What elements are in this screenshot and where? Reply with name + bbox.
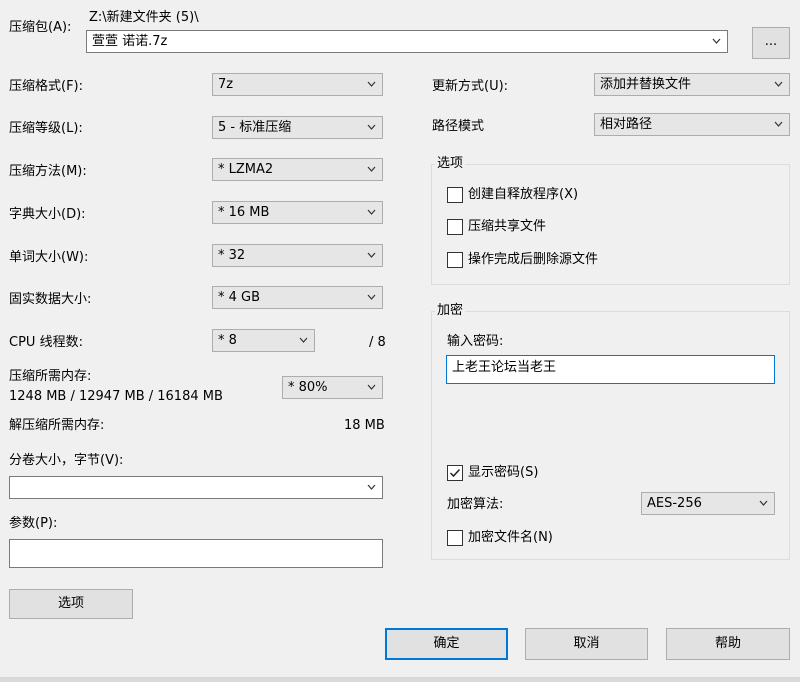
dict-label: 字典大小(D):: [9, 207, 86, 222]
mem-compress-select[interactable]: * 80%: [282, 376, 383, 399]
method-label: 压缩方法(M):: [9, 164, 87, 179]
threads-max: / 8: [369, 335, 386, 350]
mem-compress-value: * 80%: [288, 380, 328, 395]
update-select[interactable]: 添加并替换文件: [594, 73, 790, 96]
encryption-method-label: 加密算法:: [447, 497, 504, 512]
encrypt-names-label: 加密文件名(N): [468, 530, 553, 545]
threads-value: * 8: [218, 333, 237, 348]
shared-files-checkbox[interactable]: [447, 219, 463, 235]
chevron-down-icon: [367, 484, 376, 490]
mem-decompress-label: 解压缩所需内存:: [9, 418, 105, 433]
archive-path: Z:\新建文件夹 (5)\: [89, 10, 199, 25]
archive-filename-value: 萱萱 诺诺.7z: [92, 34, 168, 49]
chevron-down-icon: [367, 124, 376, 130]
chevron-down-icon: [367, 81, 376, 87]
password-input[interactable]: 上老王论坛当老王: [446, 355, 775, 384]
method-value: * LZMA2: [218, 162, 274, 177]
level-value: 5 - 标准压缩: [218, 120, 292, 135]
dict-select[interactable]: * 16 MB: [212, 201, 383, 224]
chevron-down-icon: [712, 38, 721, 44]
pathmode-label: 路径模式: [432, 119, 485, 134]
word-label: 单词大小(W):: [9, 250, 89, 265]
pathmode-value: 相对路径: [600, 117, 653, 132]
params-input[interactable]: [9, 539, 383, 568]
encrypt-names-checkbox[interactable]: [447, 530, 463, 546]
options-group-title: 选项: [435, 156, 466, 172]
encryption-group-title: 加密: [435, 303, 466, 319]
shared-files-label: 压缩共享文件: [468, 219, 547, 234]
password-label: 输入密码:: [447, 334, 504, 349]
sfx-label: 创建自释放程序(X): [468, 187, 579, 202]
format-select[interactable]: 7z: [212, 73, 383, 96]
solid-select[interactable]: * 4 GB: [212, 286, 383, 309]
word-value: * 32: [218, 248, 246, 263]
threads-select[interactable]: * 8: [212, 329, 315, 352]
encryption-method-value: AES-256: [647, 496, 702, 511]
chevron-down-icon: [367, 252, 376, 258]
checkmark-icon: [449, 468, 461, 478]
level-select[interactable]: 5 - 标准压缩: [212, 116, 383, 139]
delete-after-label: 操作完成后删除源文件: [468, 252, 599, 267]
chevron-down-icon: [299, 337, 308, 343]
archive-filename-combo[interactable]: 萱萱 诺诺.7z: [86, 30, 728, 53]
chevron-down-icon: [759, 500, 768, 506]
chevron-down-icon: [774, 81, 783, 87]
mem-compress-detail: 1248 MB / 12947 MB / 16184 MB: [9, 389, 223, 404]
browse-button[interactable]: ...: [752, 27, 790, 59]
chevron-down-icon: [367, 209, 376, 215]
update-value: 添加并替换文件: [600, 77, 692, 92]
mem-compress-label: 压缩所需内存:: [9, 369, 92, 384]
chevron-down-icon: [774, 121, 783, 127]
archive-label: 压缩包(A):: [9, 20, 72, 35]
pathmode-select[interactable]: 相对路径: [594, 113, 790, 136]
help-button[interactable]: 帮助: [666, 628, 790, 660]
show-password-label: 显示密码(S): [468, 465, 539, 480]
params-label: 参数(P):: [9, 516, 58, 531]
format-label: 压缩格式(F):: [9, 79, 84, 94]
mem-decompress-value: 18 MB: [344, 418, 385, 433]
solid-label: 固实数据大小:: [9, 292, 92, 307]
chevron-down-icon: [367, 294, 376, 300]
solid-value: * 4 GB: [218, 290, 261, 305]
chevron-down-icon: [367, 384, 376, 390]
update-label: 更新方式(U):: [432, 79, 509, 94]
word-select[interactable]: * 32: [212, 244, 383, 267]
sfx-checkbox[interactable]: [447, 187, 463, 203]
level-label: 压缩等级(L):: [9, 121, 83, 136]
volume-label: 分卷大小，字节(V):: [9, 453, 124, 468]
ok-button[interactable]: 确定: [385, 628, 508, 660]
threads-label: CPU 线程数:: [9, 335, 83, 350]
dict-value: * 16 MB: [218, 205, 270, 220]
chevron-down-icon: [367, 166, 376, 172]
volume-size-combo[interactable]: [9, 476, 383, 499]
cancel-button[interactable]: 取消: [525, 628, 648, 660]
encryption-method-select[interactable]: AES-256: [641, 492, 775, 515]
format-value: 7z: [218, 77, 234, 92]
show-password-checkbox[interactable]: [447, 465, 463, 481]
window-bottom-edge: [0, 677, 800, 682]
options-button[interactable]: 选项: [9, 589, 133, 619]
method-select[interactable]: * LZMA2: [212, 158, 383, 181]
delete-after-checkbox[interactable]: [447, 252, 463, 268]
